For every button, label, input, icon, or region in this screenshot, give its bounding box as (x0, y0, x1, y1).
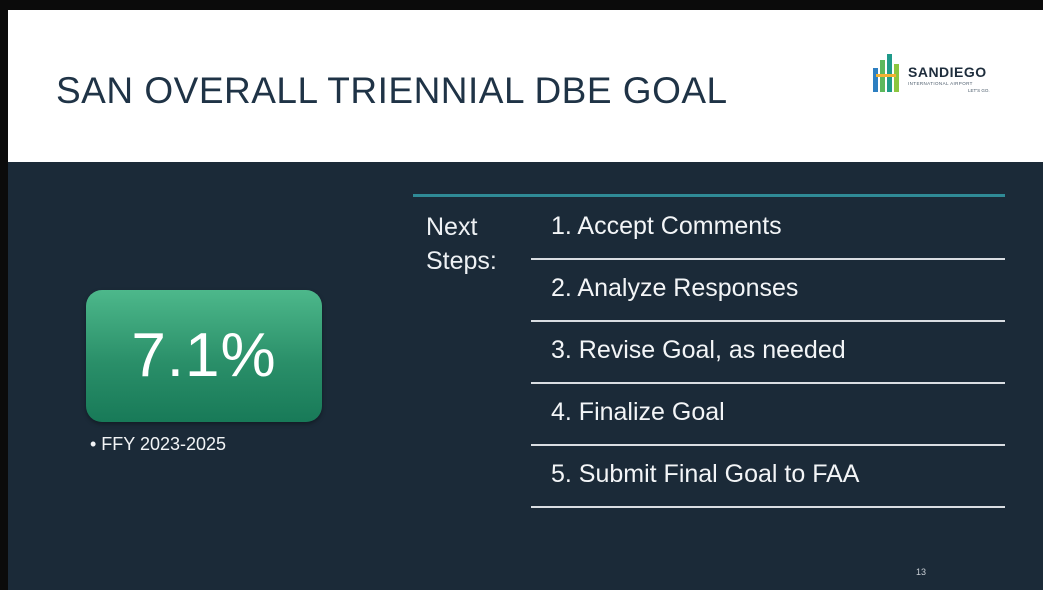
next-steps-label: Next Steps: (426, 210, 536, 278)
airport-logo-icon (873, 54, 899, 92)
logo-wordmark: SANDIEGO (908, 64, 987, 80)
step-item: 1. Accept Comments (531, 198, 1005, 260)
next-steps-label-line1: Next (426, 213, 478, 241)
slide-title: SAN OVERALL TRIENNIAL DBE GOAL (56, 70, 728, 111)
steps-divider (413, 194, 1005, 197)
slide-header: SAN OVERALL TRIENNIAL DBE GOAL SANDIEGO … (8, 10, 1043, 162)
step-text: 2. Analyze Responses (551, 274, 799, 302)
goal-period: • FFY 2023-2025 (90, 434, 227, 454)
step-item: 3. Revise Goal, as needed (531, 322, 1005, 384)
logo-subtext: INTERNATIONAL AIRPORT (908, 81, 973, 86)
goal-card: 7.1% (86, 290, 322, 422)
step-text: 3. Revise Goal, as needed (551, 336, 846, 364)
slide: SAN OVERALL TRIENNIAL DBE GOAL SANDIEGO … (8, 10, 1043, 590)
step-text: 5. Submit Final Goal to FAA (551, 460, 860, 488)
goal-value: 7.1% (131, 321, 277, 390)
step-item: 2. Analyze Responses (531, 260, 1005, 322)
logo-tagline: LET'S GO. (968, 88, 990, 93)
step-text: 4. Finalize Goal (551, 398, 725, 426)
step-item: 4. Finalize Goal (531, 384, 1005, 446)
san-diego-airport-logo: SANDIEGO INTERNATIONAL AIRPORT LET'S GO. (872, 54, 1012, 104)
page-number: 13 (916, 567, 927, 577)
next-steps-label-line2: Steps: (426, 247, 497, 275)
step-text: 1. Accept Comments (551, 212, 782, 240)
step-item: 5. Submit Final Goal to FAA (531, 446, 1005, 508)
next-steps-list: 1. Accept Comments 2. Analyze Responses … (531, 198, 1005, 508)
